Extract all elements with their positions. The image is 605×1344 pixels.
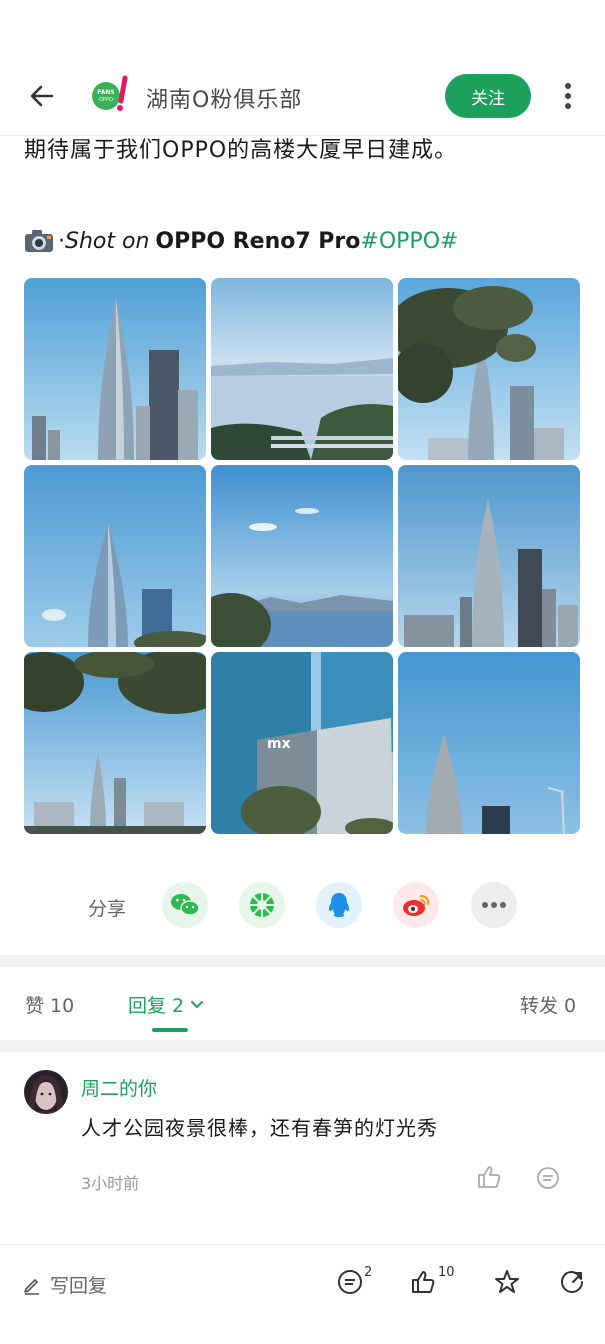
comment-text: 人才公园夜景很棒，还有春笋的灯光秀	[81, 1116, 438, 1140]
moments-icon[interactable]	[239, 882, 285, 928]
svg-text:OPPO: OPPO	[99, 97, 113, 103]
photo-towers-skyline[interactable]	[398, 465, 580, 647]
device-name: OPPO Reno7 Pro	[155, 228, 361, 254]
section-divider	[0, 1040, 605, 1052]
club-name[interactable]: 湖南O粉俱乐部	[146, 82, 302, 114]
shot-on-line: · Shot on OPPO Reno7 Pro #OPPO#	[24, 228, 458, 254]
star-icon[interactable]	[494, 1269, 520, 1299]
wechat-icon[interactable]	[162, 882, 208, 928]
svg-text:FANS: FANS	[97, 89, 114, 96]
photo-grid: mx	[24, 278, 581, 834]
comment-username[interactable]: 周二的你	[81, 1074, 157, 1101]
photo-tower-sky[interactable]	[24, 465, 206, 647]
share-row: 分享	[0, 880, 605, 932]
comment-time: 3小时前	[81, 1174, 140, 1193]
weibo-icon[interactable]	[393, 882, 439, 928]
follow-button[interactable]: 关注	[445, 74, 531, 118]
like-count: 10	[438, 1265, 455, 1280]
shot-on-text: Shot on	[65, 228, 150, 254]
comments-icon[interactable]	[337, 1269, 363, 1299]
photo-tower-close-up[interactable]	[24, 278, 206, 460]
tab-likes[interactable]: 赞 10	[25, 991, 74, 1018]
tab-reposts[interactable]: 转发 0	[520, 991, 576, 1018]
section-divider	[0, 955, 605, 967]
photo-tree-and-tower[interactable]	[398, 278, 580, 460]
comment-item: 周二的你 人才公园夜景很棒，还有春笋的灯光秀 3小时前	[0, 1052, 605, 1232]
photo-coastline-bridge[interactable]	[211, 278, 393, 460]
share-label: 分享	[88, 898, 127, 920]
stats-tabs: 赞 10 回复 2 转发 0	[0, 967, 605, 1039]
photo-trees-skyline[interactable]	[24, 652, 206, 834]
club-logo[interactable]: FANS OPPO	[90, 75, 134, 115]
qq-icon[interactable]	[316, 882, 362, 928]
tab-replies[interactable]: 回复 2	[128, 991, 204, 1018]
reply-icon[interactable]	[536, 1166, 560, 1190]
more-share-icon[interactable]	[471, 882, 517, 928]
pencil-icon	[24, 1278, 39, 1295]
write-reply-button[interactable]: 写回复	[22, 1271, 107, 1298]
share-icon[interactable]	[559, 1269, 585, 1299]
top-bar: FANS OPPO 湖南O粉俱乐部 关注	[0, 56, 605, 136]
like-icon[interactable]	[410, 1269, 436, 1299]
back-arrow-icon[interactable]	[24, 78, 60, 114]
tab-replies-label: 回复 2	[128, 995, 185, 1017]
camera-icon	[24, 228, 54, 254]
thumbs-up-icon[interactable]	[476, 1164, 502, 1190]
svg-text:mx: mx	[267, 736, 291, 752]
active-tab-indicator	[152, 1028, 188, 1032]
chevron-down-icon	[191, 1000, 204, 1008]
avatar[interactable]	[24, 1070, 68, 1114]
comments-count: 2	[364, 1265, 373, 1280]
shot-prefix: ·	[58, 228, 65, 254]
hashtag-link[interactable]: #OPPO#	[360, 229, 458, 254]
post-body-text: 期待属于我们OPPO的高楼大厦早日建成。	[24, 138, 458, 163]
write-reply-label: 写回复	[50, 1275, 108, 1297]
more-options-icon[interactable]	[556, 78, 580, 114]
photo-tower-tip[interactable]	[398, 652, 580, 834]
photo-office-building[interactable]: mx	[211, 652, 393, 834]
bottom-action-bar: 写回复 2 10	[0, 1244, 605, 1344]
photo-sea-view[interactable]	[211, 465, 393, 647]
